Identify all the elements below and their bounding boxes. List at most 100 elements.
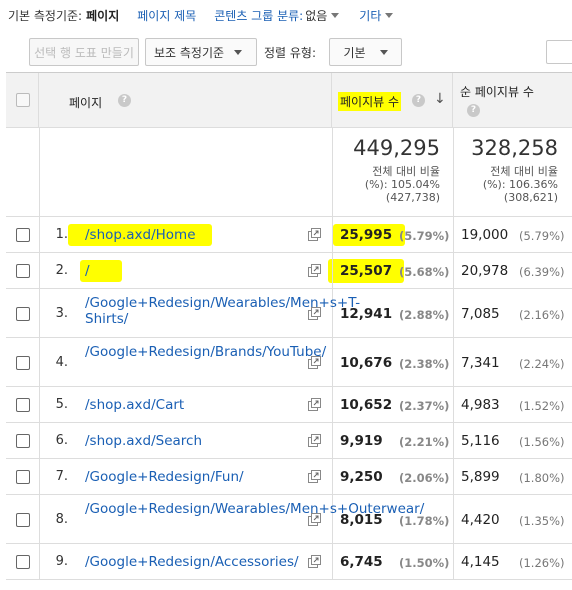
pageviews-percent: (5.79%) (399, 229, 450, 243)
table-row: 8. /Google+Redesign/Wearables/Men+s+Outer… (6, 495, 572, 544)
unique-pageviews-value: 20,978 (461, 263, 509, 279)
unique-pageviews-value: 4,145 (461, 554, 500, 570)
page-link[interactable]: /shop.axd/Home (85, 227, 310, 243)
row-index: 2. (55, 263, 68, 278)
page-link[interactable]: / (85, 263, 310, 279)
help-icon[interactable]: ? (467, 104, 480, 117)
pageviews-percent: (5.68%) (399, 265, 450, 279)
total-pageviews-percent: (%): 105.04% (364, 178, 440, 191)
pageviews-value: 10,676 (340, 355, 393, 371)
pageviews-value: 9,919 (340, 433, 383, 449)
row-checkbox[interactable] (16, 470, 30, 484)
page-link[interactable]: /Google+Redesign/Fun/ (85, 469, 310, 485)
help-icon[interactable]: ? (118, 94, 131, 107)
pageviews-value: 10,652 (340, 397, 393, 413)
report-table: 페이지 ? 페이지뷰 수 ? ↓ 순 페이지뷰 수 ? 449,295 전체 대… (6, 72, 572, 580)
page-link[interactable]: /shop.axd/Search (85, 433, 310, 449)
table-row: 6. /shop.axd/Search 9,919 (2.21%) 5,116 (1.56… (6, 423, 572, 459)
row-checkbox[interactable] (16, 264, 30, 278)
select-all-checkbox[interactable] (16, 93, 30, 107)
table-toolbar: 선택 행 도표 만들기 보조 측정기준 정렬 유형: 기본 (0, 34, 572, 68)
dimension-other-link[interactable]: 기타 (359, 7, 381, 24)
pageviews-percent: (2.37%) (399, 399, 450, 413)
pageviews-value: 12,941 (340, 306, 393, 322)
dimension-page-title-link[interactable]: 페이지 제목 (137, 7, 196, 24)
secondary-dimension-dropdown[interactable]: 보조 측정기준 (145, 38, 257, 66)
header-unique-pageviews-cell[interactable]: 순 페이지뷰 수 ? (453, 73, 572, 128)
open-in-new-window-icon[interactable] (308, 228, 321, 241)
totals-row: 449,295 전체 대비 비율 (%): 105.04% (427,738) … (6, 128, 572, 217)
row-index: 4. (55, 355, 68, 370)
row-checkbox[interactable] (16, 555, 30, 569)
pageviews-percent: (1.78%) (399, 514, 450, 528)
sort-type-label: 정렬 유형: (264, 46, 317, 60)
row-checkbox[interactable] (16, 434, 30, 448)
row-index: 5. (55, 397, 68, 412)
unique-pageviews-value: 5,116 (461, 433, 500, 449)
sort-type-value: 기본 (343, 45, 366, 60)
table-header: 페이지 ? 페이지뷰 수 ? ↓ 순 페이지뷰 수 ? (6, 73, 572, 128)
unique-pageviews-percent: (2.16%) (519, 308, 565, 322)
unique-pageviews-percent: (1.56%) (519, 435, 565, 449)
primary-dimension-label: 기본 측정기준: (8, 8, 83, 23)
row-checkbox[interactable] (16, 228, 30, 242)
dimension-page-active[interactable]: 페이지 (86, 7, 119, 24)
total-pageviews-caption: 전체 대비 비율 (372, 165, 440, 178)
header-page-cell[interactable]: 페이지 ? (39, 73, 332, 127)
content-grouping-value[interactable]: 없음 (305, 7, 327, 24)
secondary-dimension-label: 보조 측정기준 (154, 45, 225, 60)
sort-descending-arrow-icon[interactable]: ↓ (434, 91, 446, 107)
open-in-new-window-icon[interactable] (308, 513, 321, 526)
pageviews-value: 8,015 (340, 512, 383, 528)
search-input[interactable] (546, 40, 572, 64)
page-link[interactable]: /shop.axd/Cart (85, 397, 310, 413)
row-index: 6. (55, 433, 68, 448)
row-index: 7. (55, 469, 68, 484)
open-in-new-window-icon[interactable] (308, 264, 321, 277)
table-row: 5. /shop.axd/Cart 10,652 (2.37%) 4,983 (1.52%… (6, 387, 572, 423)
open-in-new-window-icon[interactable] (308, 555, 321, 568)
page-link[interactable]: /Google+Redesign/Wearables/Men+s+Outerwe… (85, 501, 424, 517)
total-pageviews-site-total: (427,738) (385, 191, 440, 204)
open-in-new-window-icon[interactable] (308, 307, 321, 320)
pageviews-percent: (2.38%) (399, 357, 450, 371)
pageviews-value: 9,250 (340, 469, 383, 485)
row-checkbox[interactable] (16, 356, 30, 370)
pageviews-value: 25,507 (340, 263, 393, 279)
unique-pageviews-percent: (6.39%) (519, 265, 565, 279)
row-checkbox[interactable] (16, 307, 30, 321)
primary-dimension-bar: 기본 측정기준: 페이지 페이지 제목 콘텐츠 그룹 분류: 없음 기타 (0, 0, 572, 30)
unique-pageviews-percent: (1.26%) (519, 556, 565, 570)
open-in-new-window-icon[interactable] (308, 470, 321, 483)
open-in-new-window-icon[interactable] (308, 434, 321, 447)
page-link[interactable]: /Google+Redesign/Accessories/ (85, 554, 310, 570)
chevron-down-icon (379, 49, 388, 55)
pageviews-percent: (2.06%) (399, 471, 450, 485)
help-icon[interactable]: ? (412, 94, 425, 107)
content-grouping-label[interactable]: 콘텐츠 그룹 분류: (214, 7, 303, 24)
table-row: 7. /Google+Redesign/Fun/9,250 (2.06%) 5,899… (6, 459, 572, 495)
row-checkbox[interactable] (16, 398, 30, 412)
sort-type-dropdown[interactable]: 기본 (329, 38, 402, 66)
open-in-new-window-icon[interactable] (308, 356, 321, 369)
header-checkbox-cell (6, 73, 39, 127)
page-link[interactable]: /Google+Redesign/Wearables/Men+s+T-Shirt… (85, 295, 360, 327)
total-unique-site-total: (308,621) (503, 191, 558, 204)
header-pageviews-cell[interactable]: 페이지뷰 수 ? ↓ (332, 73, 453, 127)
unique-pageviews-value: 19,000 (461, 227, 509, 243)
pageviews-value: 25,995 (340, 227, 393, 243)
unique-pageviews-value: 7,085 (461, 306, 500, 322)
total-unique-caption: 전체 대비 비율 (490, 165, 558, 178)
table-row: 3. /Google+Redesign/Wearables/Men+s+T-Shi… (6, 289, 572, 338)
open-in-new-window-icon[interactable] (308, 398, 321, 411)
plot-rows-button[interactable]: 선택 행 도표 만들기 (29, 38, 139, 66)
unique-pageviews-percent: (1.35%) (519, 514, 565, 528)
unique-pageviews-percent: (2.24%) (519, 357, 565, 371)
chevron-down-icon[interactable] (385, 12, 394, 18)
row-checkbox[interactable] (16, 513, 30, 527)
unique-pageviews-value: 4,983 (461, 397, 500, 413)
pageviews-percent: (1.50%) (399, 556, 450, 570)
page-link[interactable]: /Google+Redesign/Brands/YouTube/ (85, 344, 326, 360)
chevron-down-icon[interactable] (331, 12, 340, 18)
unique-pageviews-percent: (1.80%) (519, 471, 565, 485)
